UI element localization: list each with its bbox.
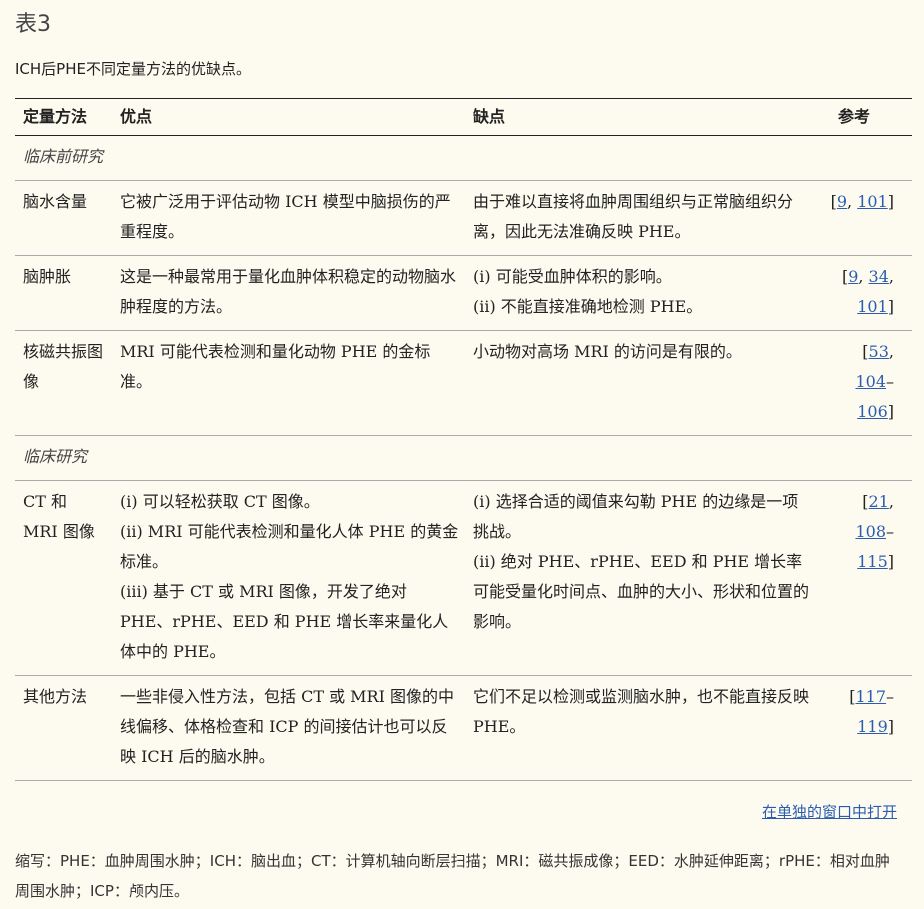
header-advantages: 优点 xyxy=(112,98,465,136)
disadvantages-item: (i) 选择合适的阈值来勾勒 PHE 的边缘是一项挑战。 xyxy=(473,492,799,541)
cell-references: [9, 34, 101] xyxy=(818,255,912,331)
reference-link[interactable]: 9 xyxy=(837,192,847,211)
advantages-item: (i) 可以轻松获取 CT 图像。 xyxy=(120,492,320,511)
cell-advantages: 它被广泛用于评估动物 ICH 模型中脑损伤的严重程度。 xyxy=(112,180,465,256)
reference-link[interactable]: 34 xyxy=(869,267,889,286)
header-references: 参考 xyxy=(818,98,912,136)
advantages-item: 它被广泛用于评估动物 ICH 模型中脑损伤的严重程度。 xyxy=(120,192,451,241)
reference-link[interactable]: 108 xyxy=(855,522,886,541)
table-row: 其他方法 一些非侵入性方法，包括 CT 或 MRI 图像的中线偏移、体格检查和 I… xyxy=(15,675,912,781)
reference-link[interactable]: 106 xyxy=(857,402,888,421)
disadvantages-item: 小动物对高场 MRI 的访问是有限的。 xyxy=(473,342,742,361)
section-row: 临床前研究 xyxy=(15,135,912,181)
cell-references: [9, 101] xyxy=(818,180,912,256)
advantages-item: (iii) 基于 CT 或 MRI 图像，开发了绝对 PHE、rPHE、EED … xyxy=(120,582,449,661)
reference-link[interactable]: 9 xyxy=(848,267,858,286)
cell-method: 核磁共振图像 xyxy=(15,330,112,436)
open-in-new-window-link[interactable]: 在单独的窗口中打开 xyxy=(762,801,897,822)
reference-punctuation: , xyxy=(888,267,894,286)
reference-punctuation: ] xyxy=(887,552,894,571)
advantages-item: 这是一种最常用于量化血肿体积稳定的动物脑水肿程度的方法。 xyxy=(120,267,457,316)
table-row: 核磁共振图像 MRI 可能代表检测和量化动物 PHE 的金标准。 小动物对高场 MR… xyxy=(15,330,912,436)
reference-punctuation: , xyxy=(888,342,894,361)
reference-link[interactable]: 53 xyxy=(869,342,889,361)
cell-references: [53, 104–106] xyxy=(818,330,912,436)
cell-references: [21, 108–115] xyxy=(818,480,912,676)
reference-punctuation: , xyxy=(847,192,858,211)
reference-punctuation: – xyxy=(886,522,894,541)
section-row: 临床研究 xyxy=(15,435,912,481)
reference-link[interactable]: 104 xyxy=(855,372,886,391)
advantages-item: MRI 可能代表检测和量化动物 PHE 的金标准。 xyxy=(120,342,431,391)
cell-disadvantages: 小动物对高场 MRI 的访问是有限的。 xyxy=(465,330,818,436)
reference-punctuation: ] xyxy=(887,717,894,736)
table-row: 脑水含量 它被广泛用于评估动物 ICH 模型中脑损伤的严重程度。 由于难以直接将血肿… xyxy=(15,180,912,256)
cell-advantages: 一些非侵入性方法，包括 CT 或 MRI 图像的中线偏移、体格检查和 ICP 的… xyxy=(112,675,465,781)
disadvantages-item: (i) 可能受血肿体积的影响。 xyxy=(473,267,672,286)
comparison-table: 定量方法 优点 缺点 参考 临床前研究 脑水含量 它被广泛用于评估动物 ICH 模… xyxy=(15,98,912,781)
cell-disadvantages: 由于难以直接将血肿周围组织与正常脑组织分离，因此无法准确反映 PHE。 xyxy=(465,180,818,256)
reference-link[interactable]: 21 xyxy=(869,492,889,511)
disadvantages-item: (ii) 不能直接准确地检测 PHE。 xyxy=(473,297,703,316)
reference-link[interactable]: 101 xyxy=(857,297,888,316)
reference-link[interactable]: 101 xyxy=(857,192,888,211)
reference-punctuation: – xyxy=(886,687,894,706)
advantages-item: 一些非侵入性方法，包括 CT 或 MRI 图像的中线偏移、体格检查和 ICP 的… xyxy=(120,687,455,766)
cell-disadvantages: (i) 可能受血肿体积的影响。 (ii) 不能直接准确地检测 PHE。 xyxy=(465,255,818,331)
reference-link[interactable]: 117 xyxy=(855,687,886,706)
reference-punctuation: ] xyxy=(887,192,894,211)
reference-punctuation: ] xyxy=(887,297,894,316)
reference-punctuation: – xyxy=(886,372,894,391)
cell-method: CT 和 MRI 图像 xyxy=(15,480,112,676)
cell-disadvantages: 它们不足以检测或监测脑水肿，也不能直接反映 PHE。 xyxy=(465,675,818,781)
cell-references: [117–119] xyxy=(818,675,912,781)
section-clinical: 临床研究 xyxy=(15,435,912,481)
disadvantages-item: (ii) 绝对 PHE、rPHE、EED 和 PHE 增长率可能受量化时间点、血… xyxy=(473,552,810,631)
reference-punctuation: , xyxy=(888,492,894,511)
cell-advantages: MRI 可能代表检测和量化动物 PHE 的金标准。 xyxy=(112,330,465,436)
header-method: 定量方法 xyxy=(15,98,112,136)
disadvantages-item: 由于难以直接将血肿周围组织与正常脑组织分离，因此无法准确反映 PHE。 xyxy=(473,192,794,241)
advantages-item: (ii) MRI 可能代表检测和量化人体 PHE 的黄金标准。 xyxy=(120,522,459,571)
cell-method: 脑水含量 xyxy=(15,180,112,256)
reference-punctuation: ] xyxy=(887,402,894,421)
reference-link[interactable]: 115 xyxy=(857,552,888,571)
cell-method: 其他方法 xyxy=(15,675,112,781)
disadvantages-item: 它们不足以检测或监测脑水肿，也不能直接反映 PHE。 xyxy=(473,687,810,736)
section-preclinical: 临床前研究 xyxy=(15,135,112,181)
table-label: 表3 xyxy=(15,12,51,37)
cell-method: 脑肿胀 xyxy=(15,255,112,331)
table-row: 脑肿胀 这是一种最常用于量化血肿体积稳定的动物脑水肿程度的方法。 (i) 可能受血肿… xyxy=(15,255,912,331)
reference-punctuation: , xyxy=(858,267,869,286)
cell-disadvantages: (i) 选择合适的阈值来勾勒 PHE 的边缘是一项挑战。 (ii) 绝对 PHE、… xyxy=(465,480,818,676)
reference-link[interactable]: 119 xyxy=(857,717,888,736)
table-row: CT 和 MRI 图像 (i) 可以轻松获取 CT 图像。 (ii) MRI 可能代… xyxy=(15,480,912,676)
table-footnote: 缩写：PHE：血肿周围水肿；ICH：脑出血；CT：计算机轴向断层扫描；MRI：磁… xyxy=(15,852,890,900)
cell-advantages: 这是一种最常用于量化血肿体积稳定的动物脑水肿程度的方法。 xyxy=(112,255,465,331)
header-disadvantages: 缺点 xyxy=(465,98,818,136)
table-header-row: 定量方法 优点 缺点 参考 xyxy=(15,98,912,136)
table-caption: ICH后PHE不同定量方法的优缺点。 xyxy=(15,60,251,78)
cell-advantages: (i) 可以轻松获取 CT 图像。 (ii) MRI 可能代表检测和量化人体 PH… xyxy=(112,480,465,676)
